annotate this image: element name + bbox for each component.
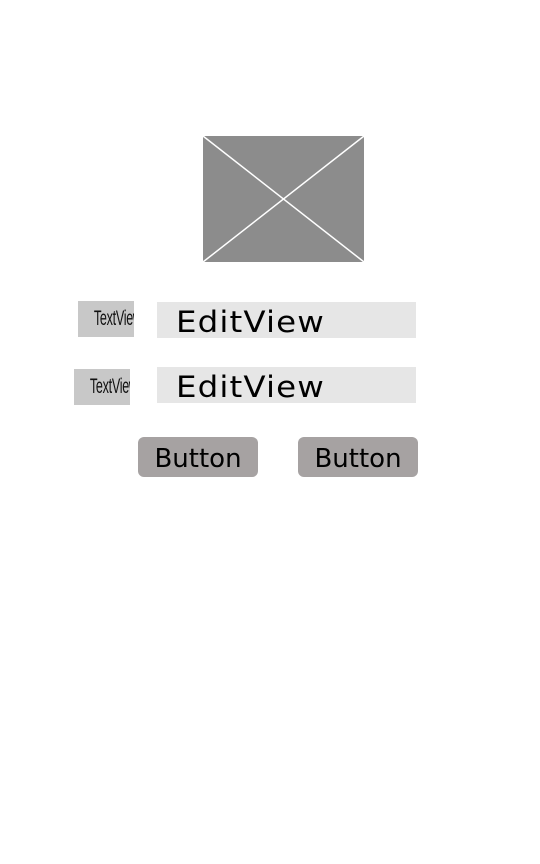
image-cross-graphic [203, 136, 364, 262]
edittext-field-1-value: EditView [176, 305, 325, 338]
textview-label-1: TextView [78, 301, 134, 337]
button-1[interactable]: Button [138, 437, 258, 477]
textview-label-2-text: TextView [89, 375, 130, 398]
edittext-field-2-value: EditView [176, 370, 325, 403]
textview-label-1-text: TextView [93, 307, 134, 330]
textview-label-2: TextView [74, 369, 130, 405]
edittext-field-2[interactable]: EditView [157, 367, 416, 403]
edittext-field-1[interactable]: EditView [157, 302, 416, 338]
image-placeholder-icon [203, 136, 364, 262]
button-2[interactable]: Button [298, 437, 418, 477]
